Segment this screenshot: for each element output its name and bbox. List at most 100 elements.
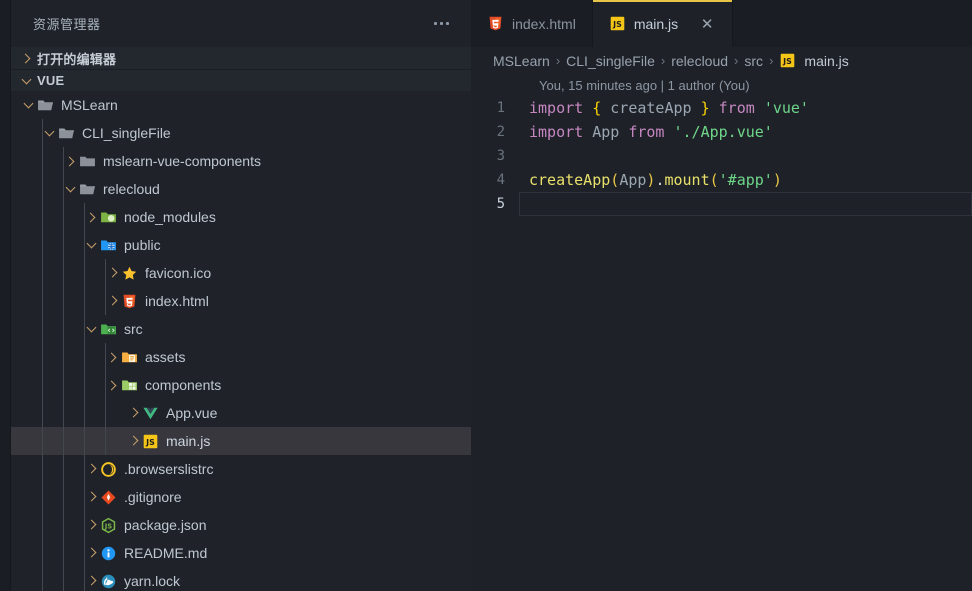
indent-guide bbox=[42, 455, 43, 483]
code-token: App bbox=[619, 171, 647, 189]
twisty-placeholder bbox=[105, 293, 121, 309]
line-number: 5 bbox=[496, 196, 505, 212]
code-line[interactable]: 2 import App from './App.vue' bbox=[471, 120, 972, 144]
code-token: App bbox=[592, 123, 629, 141]
tree-item-label: assets bbox=[145, 349, 186, 365]
line-number: 1 bbox=[496, 100, 505, 116]
tree-item-label: relecloud bbox=[103, 181, 160, 197]
chevron-right-icon[interactable] bbox=[63, 153, 79, 169]
line-number: 4 bbox=[496, 172, 505, 188]
section-open-editors[interactable]: 打开的编辑器 bbox=[11, 47, 471, 69]
indent-guide bbox=[105, 427, 106, 455]
breadcrumb-item[interactable]: MSLearn bbox=[493, 53, 550, 69]
chevron-down-icon[interactable] bbox=[84, 321, 100, 337]
chevron-right-icon[interactable] bbox=[84, 209, 100, 225]
chevron-right-icon[interactable] bbox=[105, 377, 121, 393]
code-editor[interactable]: 1 import { createApp } from 'vue' 2 import … bbox=[471, 96, 972, 591]
tree-item-public[interactable]: public bbox=[11, 231, 471, 259]
explorer-sidebar: 资源管理器 打开的编辑器 VUE MSLearn CLI_singleFile m… bbox=[11, 0, 471, 591]
code-token: import bbox=[529, 99, 593, 117]
yarn-icon bbox=[100, 573, 117, 590]
tree-item-label: .gitignore bbox=[124, 489, 182, 505]
close-icon[interactable]: ✕ bbox=[698, 15, 716, 33]
code-token: } bbox=[691, 99, 710, 117]
activity-bar[interactable] bbox=[0, 0, 11, 591]
folder-open-icon bbox=[37, 97, 54, 114]
indent-guide bbox=[63, 483, 64, 511]
tree-item-node-modules[interactable]: node_modules bbox=[11, 203, 471, 231]
tree-item-label: src bbox=[124, 321, 143, 337]
breadcrumb-item[interactable]: CLI_singleFile bbox=[566, 53, 655, 69]
code-line[interactable]: 5 bbox=[471, 192, 972, 216]
folder-open-icon bbox=[79, 181, 96, 198]
indent-guide bbox=[84, 287, 85, 315]
code-line[interactable]: 3 bbox=[471, 144, 972, 168]
tree-item-browserslistrc[interactable]: .browserslistrc bbox=[11, 455, 471, 483]
indent-guide bbox=[42, 539, 43, 567]
indent-guide bbox=[84, 399, 85, 427]
indent-guide bbox=[42, 231, 43, 259]
folder-assets-icon bbox=[121, 349, 138, 366]
code-line[interactable]: 1 import { createApp } from 'vue' bbox=[471, 96, 972, 120]
twisty-placeholder bbox=[84, 573, 100, 589]
folder-src-icon bbox=[100, 321, 117, 338]
tree-item-mslearn[interactable]: MSLearn bbox=[11, 91, 471, 119]
tree-item-app-vue[interactable]: App.vue bbox=[11, 399, 471, 427]
vue-icon bbox=[142, 405, 159, 422]
tree-item-label: node_modules bbox=[124, 209, 216, 225]
tree-item-assets[interactable]: assets bbox=[11, 343, 471, 371]
folder-components-icon bbox=[121, 377, 138, 394]
tree-item-label: MSLearn bbox=[61, 97, 118, 113]
tree-item-cli-singlefile[interactable]: CLI_singleFile bbox=[11, 119, 471, 147]
tree-item-label: CLI_singleFile bbox=[82, 125, 171, 141]
indent-guide bbox=[42, 483, 43, 511]
tree-item-readme-md[interactable]: README.md bbox=[11, 539, 471, 567]
breadcrumb-item[interactable]: relecloud bbox=[671, 53, 728, 69]
section-vue[interactable]: VUE bbox=[11, 69, 471, 91]
tree-item-label: App.vue bbox=[166, 405, 218, 421]
tree-item-favicon-ico[interactable]: favicon.ico bbox=[11, 259, 471, 287]
twisty-placeholder bbox=[105, 265, 121, 281]
indent-guide bbox=[63, 203, 64, 231]
tree-item-components[interactable]: components bbox=[11, 371, 471, 399]
javascript-icon: JS bbox=[609, 15, 626, 32]
line-number: 3 bbox=[496, 148, 505, 164]
tree-item-src[interactable]: src bbox=[11, 315, 471, 343]
tree-item-label: yarn.lock bbox=[124, 573, 181, 589]
twisty-placeholder bbox=[84, 489, 100, 505]
indent-guide bbox=[84, 371, 85, 399]
code-line[interactable]: 4 createApp(App).mount('#app') bbox=[471, 168, 972, 192]
chevron-right-icon[interactable] bbox=[105, 349, 121, 365]
chevron-down-icon[interactable] bbox=[21, 97, 37, 113]
chevron-down-icon[interactable] bbox=[63, 181, 79, 197]
tree-item-main-js[interactable]: JS main.js bbox=[11, 427, 471, 455]
indent-guide bbox=[63, 315, 64, 343]
info-icon bbox=[100, 545, 117, 562]
tree-item-package-json[interactable]: JS package.json bbox=[11, 511, 471, 539]
browserslist-icon bbox=[100, 461, 117, 478]
tree-item-index-html[interactable]: index.html bbox=[11, 287, 471, 315]
folder-open-icon bbox=[58, 125, 75, 142]
editor-tab-index-html[interactable]: index.html bbox=[471, 0, 593, 47]
chevron-down-icon[interactable] bbox=[42, 125, 58, 141]
line-number: 2 bbox=[496, 124, 505, 140]
tree-item-relecloud[interactable]: relecloud bbox=[11, 175, 471, 203]
tree-item-label: public bbox=[124, 237, 161, 253]
editor-tab-main-js[interactable]: JS main.js ✕ bbox=[592, 0, 734, 47]
code-line-text bbox=[519, 192, 972, 216]
tree-item-gitignore[interactable]: .gitignore bbox=[11, 483, 471, 511]
breadcrumb-item[interactable]: main.js bbox=[804, 53, 848, 69]
tree-item-mslearn-vue-components[interactable]: mslearn-vue-components bbox=[11, 147, 471, 175]
indent-guide bbox=[42, 343, 43, 371]
breadcrumb-item[interactable]: src bbox=[744, 53, 763, 69]
breadcrumb-separator: › bbox=[555, 53, 561, 68]
twisty-placeholder bbox=[126, 433, 142, 449]
section-vue-label: VUE bbox=[37, 73, 65, 88]
folder-public-icon bbox=[100, 237, 117, 254]
indent-guide bbox=[42, 371, 43, 399]
section-open-editors-label: 打开的编辑器 bbox=[37, 52, 117, 68]
ellipsis-icon[interactable] bbox=[426, 16, 457, 31]
svg-text:JS: JS bbox=[104, 522, 113, 530]
chevron-down-icon[interactable] bbox=[84, 237, 100, 253]
tree-item-yarn-lock[interactable]: yarn.lock bbox=[11, 567, 471, 591]
